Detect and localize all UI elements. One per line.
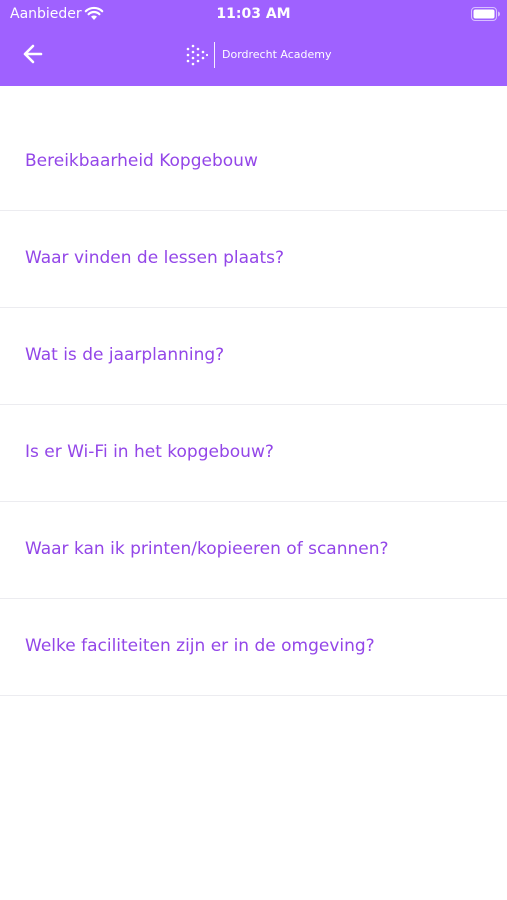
faq-item-label: Bereikbaarheid Kopgebouw	[25, 151, 258, 171]
brand-name: Dordrecht Academy	[222, 48, 332, 61]
battery-icon	[471, 7, 500, 21]
brand-divider	[214, 42, 215, 68]
academy-logo-icon	[186, 44, 208, 66]
faq-item[interactable]: Welke faciliteiten zijn er in de omgevin…	[0, 599, 507, 696]
brand-logo: Dordrecht Academy	[186, 42, 336, 68]
faq-item[interactable]: Waar vinden de lessen plaats?	[0, 211, 507, 308]
faq-item-label: Is er Wi-Fi in het kopgebouw?	[25, 442, 274, 462]
faq-item-label: Wat is de jaarplanning?	[25, 345, 225, 365]
status-bar: Aanbieder 11:03 AM	[0, 0, 507, 28]
faq-item-label: Welke faciliteiten zijn er in de omgevin…	[25, 636, 375, 656]
back-arrow-icon	[23, 44, 43, 64]
faq-item[interactable]: Is er Wi-Fi in het kopgebouw?	[0, 405, 507, 502]
app-header: Aanbieder 11:03 AM Dordrecht Academy	[0, 0, 507, 86]
faq-item[interactable]: Waar kan ik printen/kopieeren of scannen…	[0, 502, 507, 599]
faq-item-label: Waar vinden de lessen plaats?	[25, 248, 285, 268]
faq-list: Bereikbaarheid Kopgebouw Waar vinden de …	[0, 114, 507, 696]
faq-item[interactable]: Bereikbaarheid Kopgebouw	[0, 114, 507, 211]
back-button[interactable]	[18, 38, 50, 70]
faq-item-label: Waar kan ik printen/kopieeren of scannen…	[25, 539, 389, 559]
faq-item[interactable]: Wat is de jaarplanning?	[0, 308, 507, 405]
status-time: 11:03 AM	[216, 6, 291, 22]
